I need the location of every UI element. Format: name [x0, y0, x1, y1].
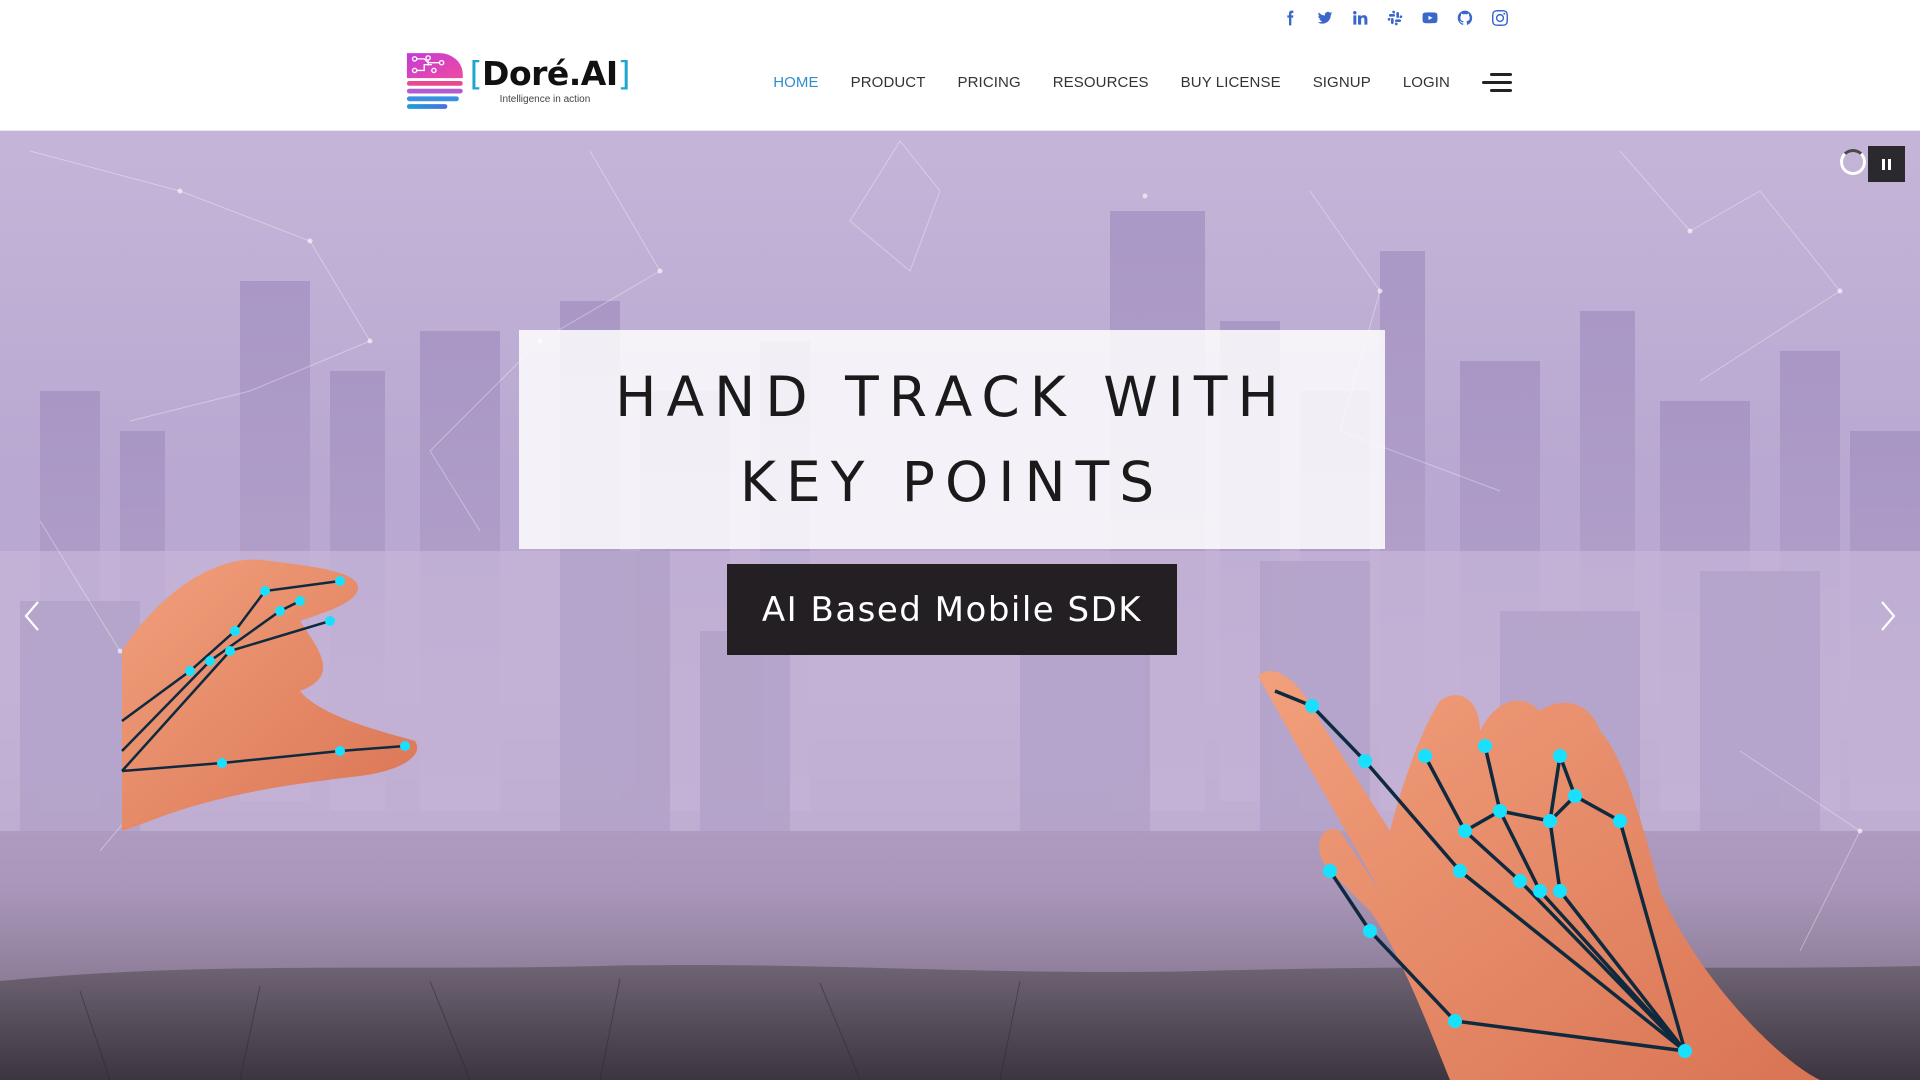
chevron-left-icon [24, 601, 39, 631]
logo-mark-icon [406, 53, 463, 109]
site-logo[interactable]: [Doré.AI] Intelligence in action [405, 48, 631, 116]
logo-bracket-close: ] [617, 54, 631, 93]
social-links [1279, 7, 1510, 28]
hamburger-menu-icon[interactable] [1482, 71, 1512, 95]
github-icon[interactable] [1454, 7, 1475, 28]
facebook-icon[interactable] [1279, 7, 1300, 28]
slide-title: HAND TRACK WITH KEY POINTS [615, 364, 1289, 514]
slide-subtitle-box[interactable]: AI Based Mobile SDK [727, 564, 1177, 655]
nav-resources[interactable]: RESOURCES [1053, 74, 1149, 91]
pause-icon [1882, 158, 1885, 170]
logo-wordmark: [Doré.AI] Intelligence in action [469, 54, 631, 105]
nav-pricing[interactable]: PRICING [958, 74, 1021, 91]
slack-icon[interactable] [1384, 7, 1405, 28]
youtube-icon[interactable] [1419, 7, 1440, 28]
instagram-icon[interactable] [1489, 7, 1510, 28]
slider-pause-button[interactable] [1868, 146, 1905, 182]
nav-login[interactable]: LOGIN [1403, 74, 1450, 91]
nav-home[interactable]: HOME [773, 74, 818, 91]
social-bar [0, 0, 1920, 34]
slide-title-box: HAND TRACK WITH KEY POINTS [519, 330, 1385, 549]
slider-prev-button[interactable] [12, 586, 52, 646]
chevron-right-icon [1881, 601, 1896, 631]
logo-bracket-open: [ [469, 54, 483, 93]
nav-signup[interactable]: SIGNUP [1313, 74, 1371, 91]
nav-product[interactable]: PRODUCT [851, 74, 926, 91]
logo-tagline: Intelligence in action [499, 94, 591, 105]
logo-name: Doré.AI [482, 54, 618, 93]
site-header: [Doré.AI] Intelligence in action HOME PR… [0, 34, 1920, 131]
twitter-icon[interactable] [1314, 7, 1335, 28]
hero-slider: HAND TRACK WITH KEY POINTS AI Based Mobi… [0, 131, 1920, 1080]
nav-buy-license[interactable]: BUY LICENSE [1181, 74, 1281, 91]
slider-next-button[interactable] [1868, 586, 1908, 646]
main-nav: HOME PRODUCT PRICING RESOURCES BUY LICEN… [741, 34, 1512, 131]
slide-subtitle: AI Based Mobile SDK [761, 589, 1143, 630]
loading-spinner-icon [1840, 149, 1866, 175]
linkedin-icon[interactable] [1349, 7, 1370, 28]
